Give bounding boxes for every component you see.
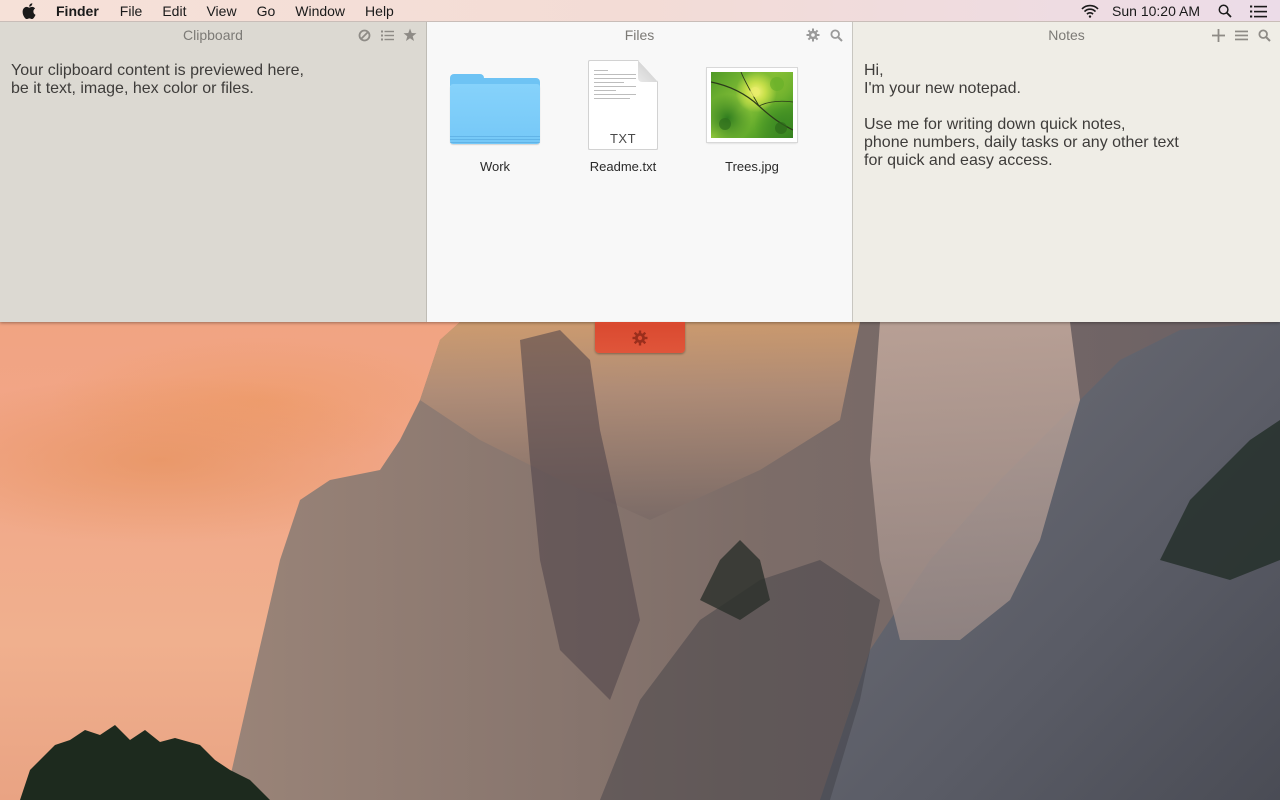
- files-actions: [805, 22, 844, 48]
- menu-app-finder[interactable]: Finder: [56, 0, 99, 22]
- image-thumbnail: [707, 68, 797, 142]
- spotlight-search-icon[interactable]: [1217, 4, 1233, 18]
- search-icon[interactable]: [828, 27, 844, 43]
- text-document-icon: TXT: [588, 60, 658, 150]
- notes-pane: Notes Hi, I'm your new notepad. Use me f…: [853, 22, 1280, 322]
- menu-edit[interactable]: Edit: [162, 0, 186, 22]
- menu-help[interactable]: Help: [365, 0, 394, 22]
- list-icon[interactable]: [379, 27, 395, 43]
- menu-go[interactable]: Go: [257, 0, 276, 22]
- notes-actions: [1210, 22, 1272, 48]
- menubar-status-area: Sun 10:20 AM: [1080, 0, 1280, 22]
- notes-editor[interactable]: Hi, I'm your new notepad. Use me for wri…: [864, 62, 1179, 170]
- files-header: Files: [427, 22, 852, 48]
- folder-icon: [450, 74, 540, 146]
- notes-header: Notes: [853, 22, 1280, 48]
- search-icon[interactable]: [1256, 27, 1272, 43]
- clipboard-pane: Clipboard Your clipboard content is prev…: [0, 22, 427, 322]
- gear-icon[interactable]: [805, 27, 821, 43]
- file-item-image[interactable]: Trees.jpg: [697, 60, 807, 174]
- file-item-text[interactable]: TXT Readme.txt: [568, 60, 678, 174]
- shelf-toggle-handle[interactable]: [595, 322, 685, 353]
- apple-logo-icon[interactable]: [20, 0, 38, 22]
- clipboard-header: Clipboard: [0, 22, 426, 48]
- file-item-folder[interactable]: Work: [440, 60, 550, 174]
- plus-icon[interactable]: [1210, 27, 1226, 43]
- notes-title: Notes: [1048, 27, 1085, 43]
- clipboard-placeholder-text: Your clipboard content is previewed here…: [11, 62, 304, 97]
- menu-bar: Finder File Edit View Go Window Help Sun…: [0, 0, 1280, 22]
- file-name: Readme.txt: [589, 159, 657, 174]
- menu-icon[interactable]: [1233, 27, 1249, 43]
- clear-icon[interactable]: [356, 27, 372, 43]
- menubar-clock[interactable]: Sun 10:20 AM: [1112, 3, 1200, 19]
- menu-file[interactable]: File: [120, 0, 143, 22]
- file-name: Work: [479, 159, 511, 174]
- star-icon[interactable]: [402, 27, 418, 43]
- clipboard-title: Clipboard: [183, 27, 243, 43]
- wifi-icon[interactable]: [1080, 4, 1100, 18]
- file-type-badge: TXT: [609, 131, 637, 146]
- files-pane: Files Work TXT Readme.txt Trees.jpg: [427, 22, 853, 322]
- file-name: Trees.jpg: [725, 159, 779, 174]
- shelf-panel: Clipboard Your clipboard content is prev…: [0, 22, 1280, 322]
- menu-view[interactable]: View: [206, 0, 236, 22]
- notification-center-icon[interactable]: [1249, 5, 1267, 18]
- gear-icon: [632, 330, 648, 346]
- menu-window[interactable]: Window: [295, 0, 345, 22]
- files-title: Files: [624, 27, 655, 43]
- clipboard-actions: [356, 22, 418, 48]
